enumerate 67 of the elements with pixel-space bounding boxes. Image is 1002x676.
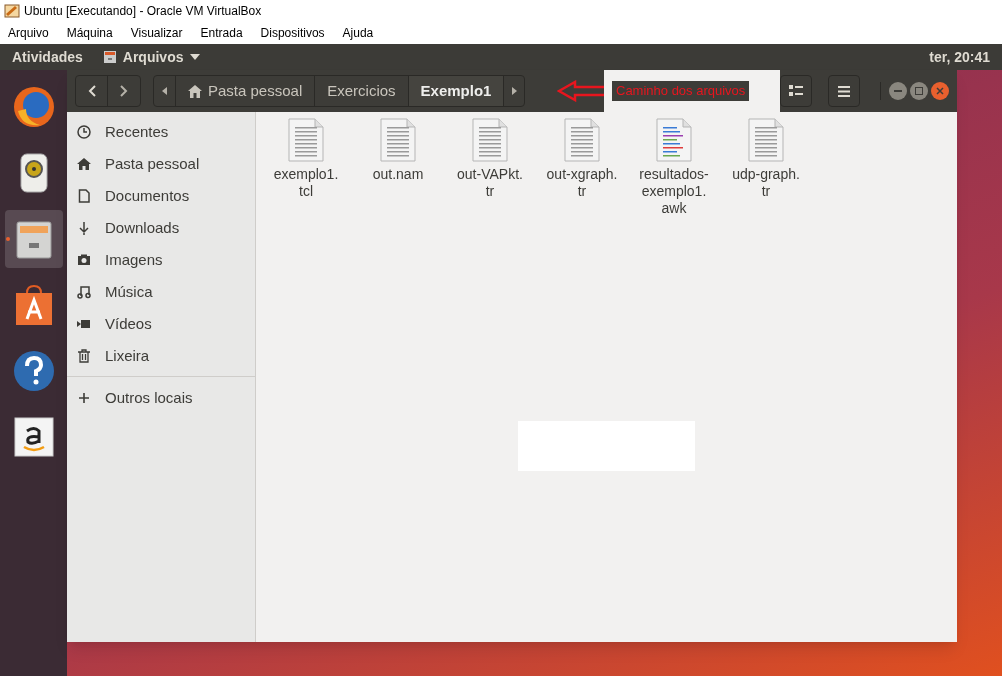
file-item[interactable]: out-VAPkt. tr — [448, 118, 532, 200]
sidebar-item[interactable]: Recentes — [67, 116, 255, 148]
forward-icon — [120, 85, 128, 97]
trash-icon — [77, 349, 91, 363]
file-item[interactable]: exemplo1. tcl — [264, 118, 348, 200]
launcher-item[interactable] — [4, 210, 63, 268]
menu-item[interactable]: Visualizar — [130, 24, 183, 42]
camera-icon — [77, 253, 91, 267]
plus-icon — [77, 391, 91, 405]
video-camera-icon — [77, 317, 91, 331]
menu-item[interactable]: Ajuda — [342, 24, 374, 42]
menu-button[interactable] — [828, 75, 860, 107]
menu-item[interactable]: Entrada — [200, 24, 243, 42]
app-icon — [4, 3, 20, 19]
running-indicator — [5, 237, 10, 241]
amazon-icon — [11, 415, 56, 459]
menu-item[interactable]: Máquina — [66, 24, 113, 42]
clock: ter, 20:41 — [929, 47, 990, 67]
file-item[interactable]: out.nam — [356, 118, 440, 183]
file-item[interactable]: out-xgraph. tr — [540, 118, 624, 200]
window-title: Ubuntu [Executando] - Oracle VM VirtualBox — [24, 3, 262, 20]
file-item[interactable]: udp-graph. tr — [724, 118, 808, 200]
sidebar-item[interactable]: Documentos — [67, 180, 255, 212]
activities-button[interactable]: Atividades — [12, 46, 83, 68]
text-file-icon — [288, 118, 324, 162]
maximize-button[interactable] — [910, 82, 928, 100]
text-file-icon — [472, 118, 508, 162]
sidebar-item[interactable]: Imagens — [67, 244, 255, 276]
back-icon — [87, 85, 96, 97]
annotation-label: Caminho dos arquivos — [612, 81, 750, 101]
path-button[interactable]: Exercicios — [315, 76, 409, 106]
app-menu[interactable]: Arquivos — [102, 46, 200, 68]
download-icon — [77, 221, 91, 235]
document-icon — [77, 189, 91, 203]
view-toggle-button[interactable] — [780, 75, 812, 107]
browser-icon — [11, 85, 56, 129]
caret-icon — [189, 54, 200, 60]
sidebar-item[interactable]: Vídeos — [67, 308, 255, 340]
text-file-icon — [564, 118, 600, 162]
minimize-button[interactable] — [889, 82, 907, 100]
minimize-icon — [894, 90, 902, 92]
list-view-icon — [789, 85, 803, 97]
path-button[interactable]: Pasta pessoal — [176, 76, 316, 106]
home-icon — [188, 84, 202, 98]
right-triangle-icon — [511, 87, 517, 95]
text-file-icon — [380, 118, 416, 162]
menu-icon — [838, 85, 850, 97]
close-button[interactable] — [931, 82, 949, 100]
menu-item[interactable]: Arquivo — [8, 24, 49, 42]
cabinet-icon — [102, 50, 117, 64]
path-button[interactable]: Exemplo1 — [408, 76, 505, 106]
menu-item[interactable]: Dispositivos — [260, 24, 325, 42]
sidebar-item[interactable]: Outros locais — [67, 381, 193, 415]
help-icon — [11, 349, 56, 393]
music-note-icon — [77, 285, 91, 299]
sidebar-item[interactable]: Música — [67, 276, 255, 308]
sidebar-item[interactable]: Downloads — [67, 212, 255, 244]
clock-icon — [77, 125, 91, 139]
sidebar-item[interactable]: Lixeira — [67, 340, 255, 372]
home-icon — [77, 157, 91, 171]
script-file-icon — [656, 118, 692, 162]
close-icon — [936, 87, 944, 95]
maximize-icon — [915, 87, 923, 95]
text-file-icon — [748, 118, 784, 162]
left-triangle-icon — [162, 87, 167, 95]
sidebar-item[interactable]: Pasta pessoal — [67, 148, 255, 180]
file-item[interactable]: resultados- exemplo1. awk — [632, 118, 716, 217]
